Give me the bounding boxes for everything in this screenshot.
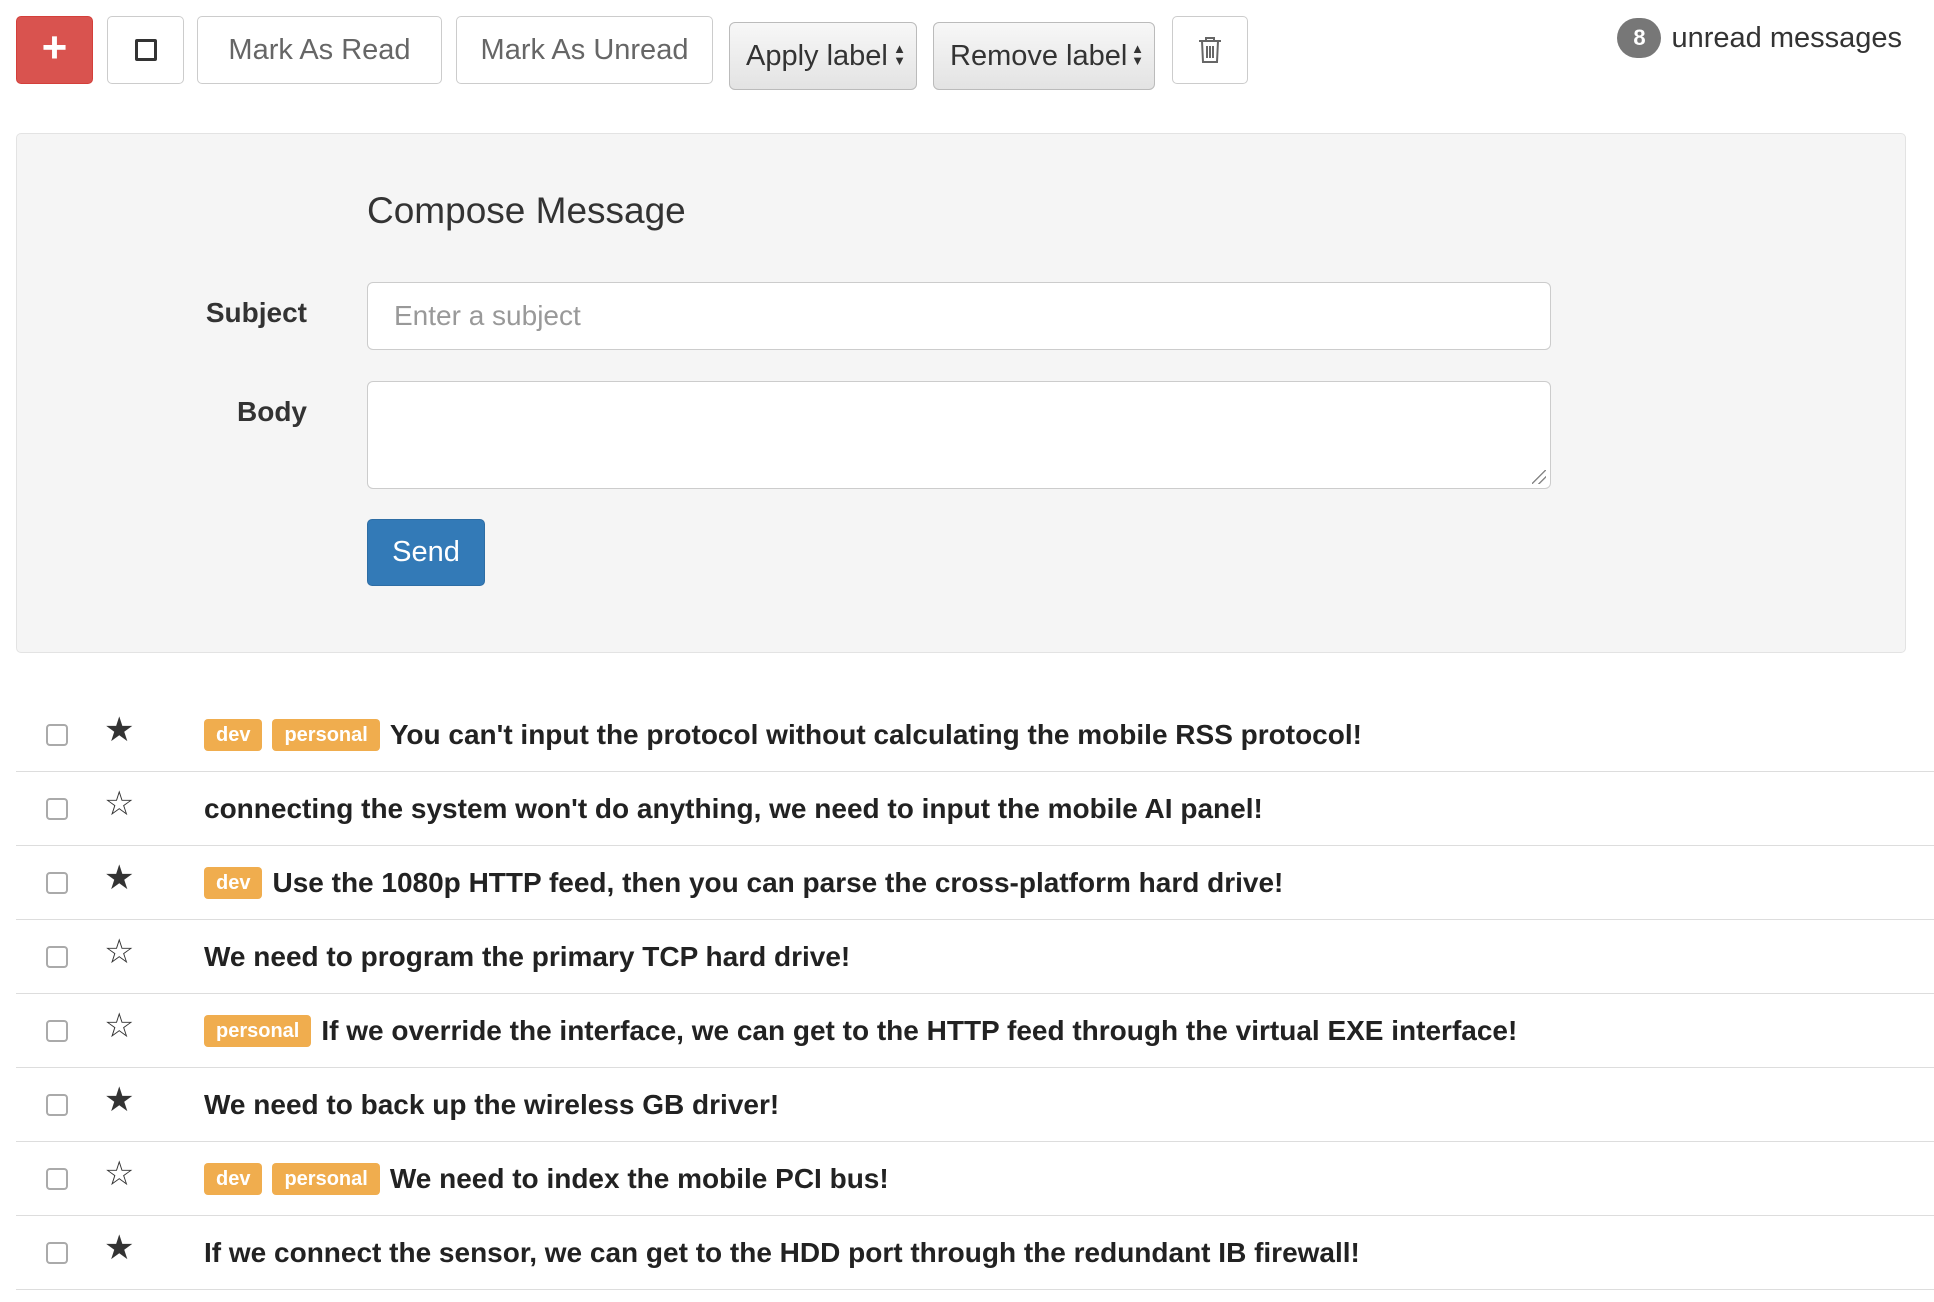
message-content: connecting the system won't do anything,… — [204, 772, 1263, 845]
message-row[interactable]: ★ dev Use the 1080p HTTP feed, then you ca… — [16, 846, 1934, 920]
select-arrows-icon: ▲ ▼ — [1131, 41, 1144, 68]
unread-badge: 8 — [1617, 18, 1662, 58]
checkbox-empty-icon — [134, 39, 157, 61]
remove-label-text: Remove label — [950, 39, 1128, 72]
label-tag: personal — [204, 1014, 312, 1047]
message-checkbox[interactable] — [46, 1020, 68, 1042]
message-subject[interactable]: Use the 1080p HTTP feed, then you can pa… — [272, 867, 1283, 899]
label-tag: dev — [204, 718, 263, 751]
message-content: dev Use the 1080p HTTP feed, then you can… — [204, 846, 1283, 919]
message-subject[interactable]: We need to back up the wireless GB drive… — [204, 1089, 779, 1121]
star-empty-icon[interactable]: ☆ — [104, 1154, 134, 1194]
toolbar: + Mark As Read Mark As Unread Apply labe… — [16, 16, 1934, 90]
star-filled-icon[interactable]: ★ — [104, 858, 134, 898]
message-content: dev personal We need to index the mobile P… — [204, 1142, 889, 1215]
subject-input[interactable]: Enter a subject — [367, 282, 1551, 350]
message-content: We need to program the primary TCP hard … — [204, 920, 850, 993]
apply-label-text: Apply label — [746, 39, 888, 72]
label-tag: personal — [272, 1162, 380, 1195]
body-label: Body — [237, 396, 307, 427]
select-all-button[interactable] — [107, 16, 184, 84]
star-empty-icon[interactable]: ☆ — [104, 1006, 134, 1046]
message-checkbox[interactable] — [46, 872, 68, 894]
star-empty-icon[interactable]: ☆ — [104, 784, 134, 824]
message-row[interactable]: ★ If we connect the sensor, we can get to… — [16, 1216, 1934, 1290]
label-tag: personal — [272, 718, 380, 751]
message-content: dev personal You can't input the protocol … — [204, 698, 1362, 771]
send-button[interactable]: Send — [367, 519, 485, 586]
mark-as-read-button[interactable]: Mark As Read — [197, 16, 442, 84]
body-textarea[interactable] — [367, 381, 1551, 489]
message-checkbox[interactable] — [46, 1094, 68, 1116]
remove-label-select[interactable]: Remove label ▲ ▼ — [933, 22, 1155, 90]
message-checkbox[interactable] — [46, 1242, 68, 1264]
label-tag: dev — [204, 1162, 263, 1195]
message-row[interactable]: ★ We need to back up the wireless GB driv… — [16, 1068, 1934, 1142]
star-filled-icon[interactable]: ★ — [104, 1228, 134, 1268]
message-checkbox[interactable] — [46, 946, 68, 968]
star-filled-icon[interactable]: ★ — [104, 710, 134, 750]
star-empty-icon[interactable]: ☆ — [104, 932, 134, 972]
message-row[interactable]: ☆ connecting the system won't do anything… — [16, 772, 1934, 846]
star-filled-icon[interactable]: ★ — [104, 1080, 134, 1120]
message-subject[interactable]: You can't input the protocol without cal… — [390, 719, 1362, 751]
label-tag: dev — [204, 866, 263, 899]
plus-icon: + — [41, 23, 68, 72]
message-row[interactable]: ☆ dev personal We need to index the mobile … — [16, 1142, 1934, 1216]
unread-text: unread messages — [1671, 21, 1902, 54]
message-content: We need to back up the wireless GB drive… — [204, 1068, 779, 1141]
message-content: personal If we override the interface, we… — [204, 994, 1517, 1067]
apply-label-select[interactable]: Apply label ▲ ▼ — [729, 22, 917, 90]
trash-icon — [1199, 37, 1221, 63]
message-subject[interactable]: We need to index the mobile PCI bus! — [390, 1163, 889, 1195]
message-row[interactable]: ☆ personal If we override the interface, w… — [16, 994, 1934, 1068]
message-subject[interactable]: If we connect the sensor, we can get to … — [204, 1237, 1360, 1269]
message-list: ★ dev personal You can't input the protocol… — [16, 698, 1934, 1290]
message-row[interactable]: ★ dev personal You can't input the protocol… — [16, 698, 1934, 772]
compose-panel: Compose Message Subject Enter a subject … — [16, 133, 1906, 653]
mark-as-unread-button[interactable]: Mark As Unread — [456, 16, 713, 84]
message-checkbox[interactable] — [46, 724, 68, 746]
message-content: If we connect the sensor, we can get to … — [204, 1216, 1360, 1289]
unread-counter: 8 unread messages — [1617, 18, 1902, 58]
message-subject[interactable]: connecting the system won't do anything,… — [204, 793, 1263, 825]
message-row[interactable]: ☆ We need to program the primary TCP hard… — [16, 920, 1934, 994]
message-checkbox[interactable] — [46, 798, 68, 820]
select-arrows-icon: ▲ ▼ — [893, 41, 906, 68]
message-subject[interactable]: We need to program the primary TCP hard … — [204, 941, 850, 973]
subject-label: Subject — [205, 297, 307, 328]
message-checkbox[interactable] — [46, 1168, 68, 1190]
compose-button[interactable]: + — [16, 16, 93, 84]
message-subject[interactable]: If we override the interface, we can get… — [321, 1015, 1517, 1047]
resize-handle-icon[interactable] — [1532, 470, 1546, 484]
compose-title: Compose Message — [367, 190, 686, 231]
delete-button[interactable] — [1172, 16, 1248, 84]
